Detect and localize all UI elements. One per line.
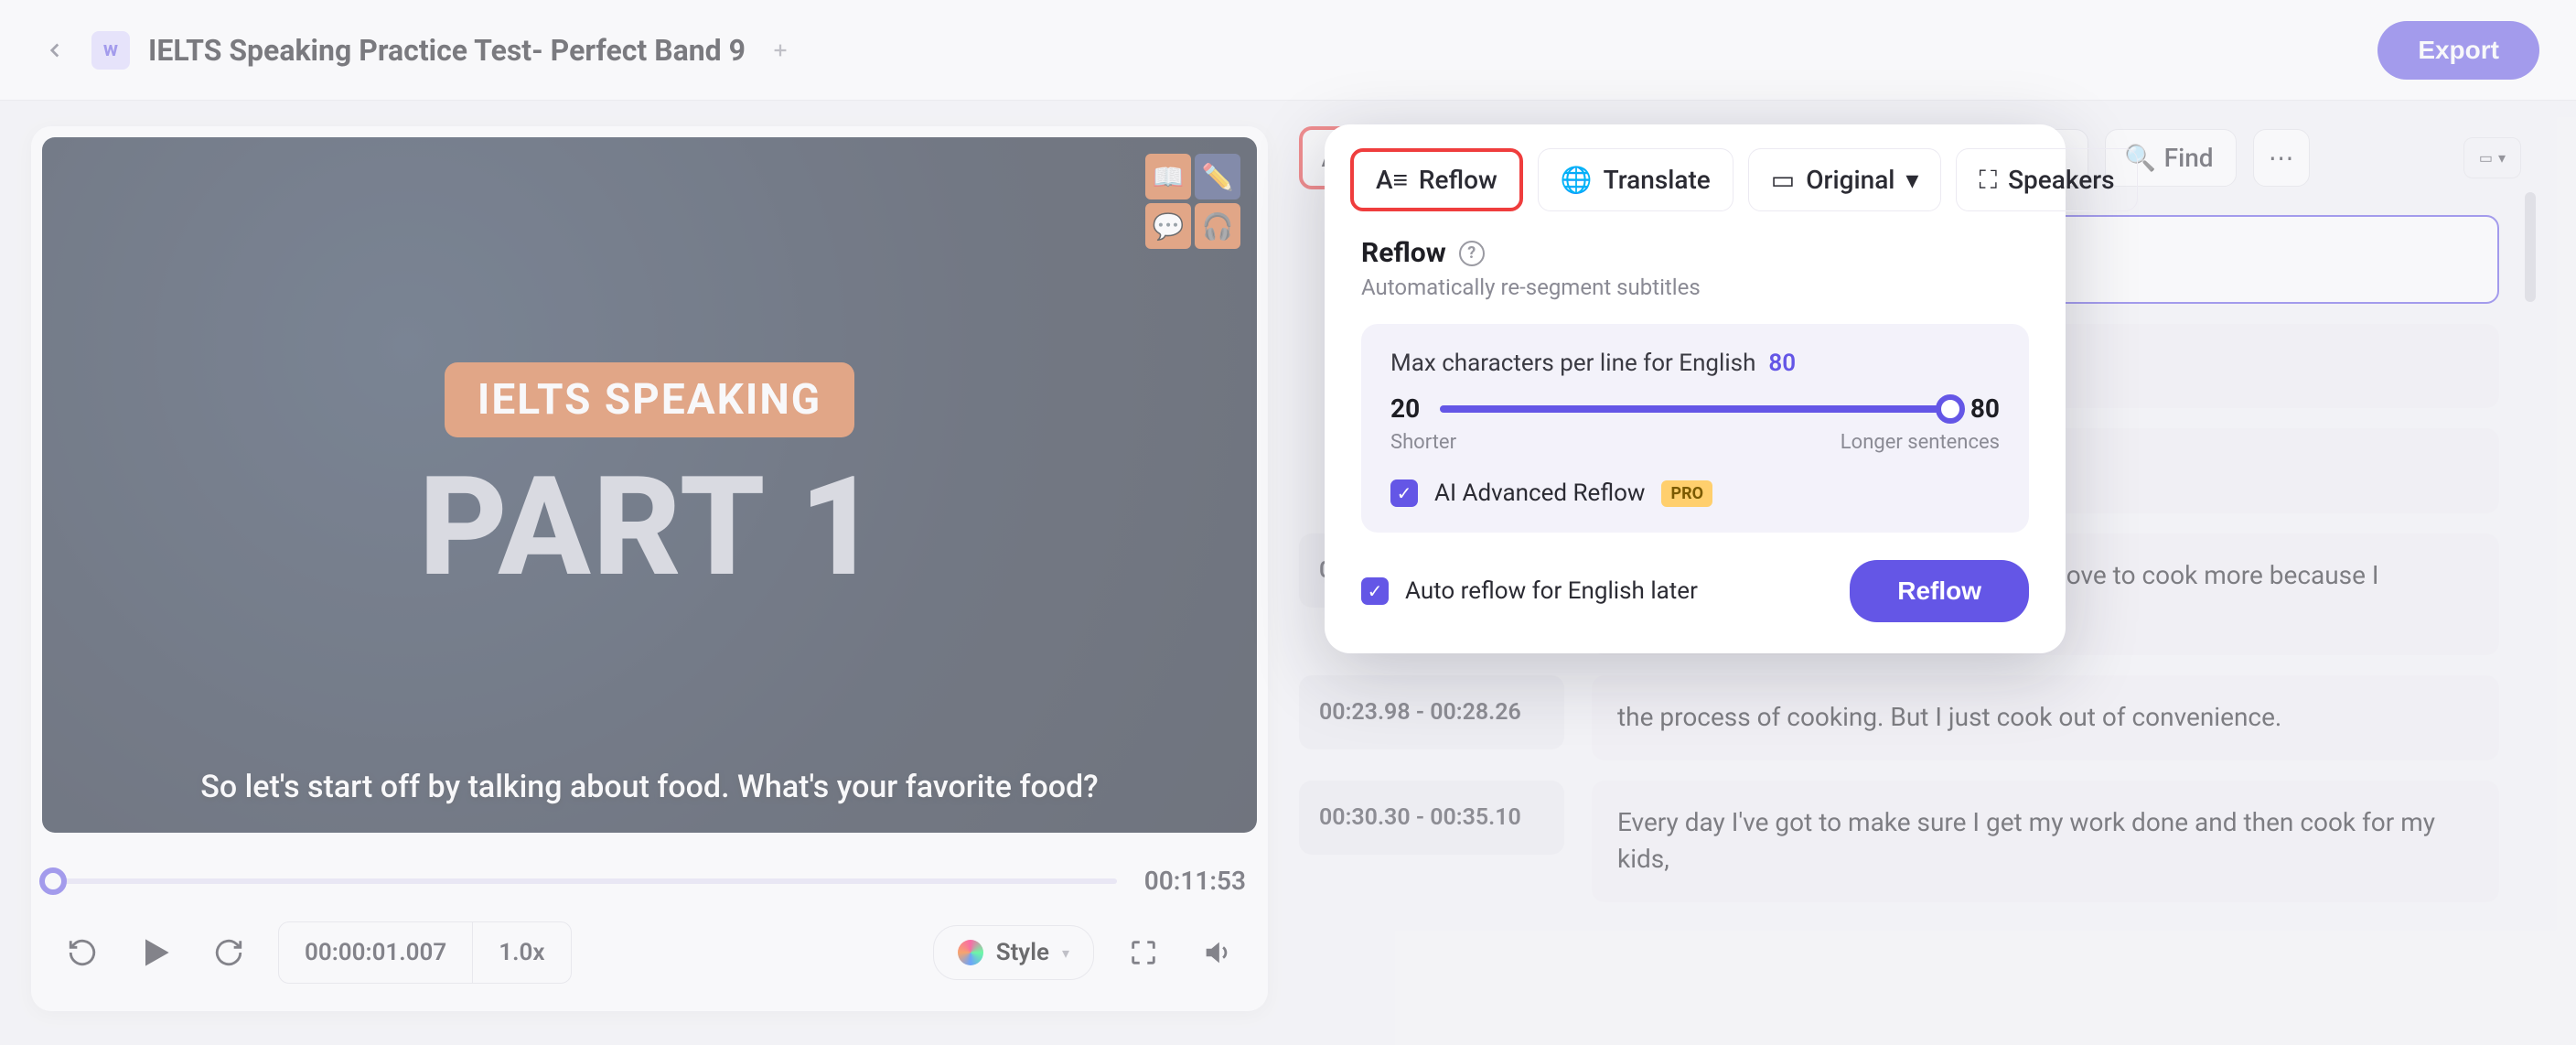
reflow-settings-card: Max characters per line for English 80 2… <box>1361 324 2029 533</box>
popover-tab-translate[interactable]: 🌐 Translate <box>1538 148 1733 211</box>
popover-tab-reflow-label: Reflow <box>1419 165 1497 195</box>
volume-button[interactable] <box>1193 929 1240 976</box>
scrub-row: 00:11:53 <box>42 833 1257 914</box>
back-button[interactable] <box>37 32 73 69</box>
pro-badge: PRO <box>1661 480 1712 507</box>
popover-title: Reflow <box>1361 237 1446 269</box>
popover-tab-original[interactable]: ▭ Original ▾ <box>1748 148 1942 211</box>
top-bar: w IELTS Speaking Practice Test- Perfect … <box>0 0 2576 101</box>
timecode-value[interactable]: 00:00:01.007 <box>279 922 472 983</box>
cc-view-icon: ▭ <box>2479 149 2493 167</box>
ai-reflow-checkbox[interactable]: ✓ <box>1390 479 1418 507</box>
speakers-icon: ⛶ <box>1979 165 1997 196</box>
reflow-submit-button[interactable]: Reflow <box>1850 560 2029 622</box>
find-label: Find <box>2164 143 2214 173</box>
fullscreen-button[interactable] <box>1120 929 1167 976</box>
page-title: IELTS Speaking Practice Test- Perfect Ba… <box>148 33 746 68</box>
timecode-box[interactable]: 00:00:01.007 1.0x <box>278 921 572 984</box>
video-panel: 📖 ✏️ 💬 🎧 IELTS SPEAKING PART 1 So let's … <box>0 101 1299 1045</box>
slider-min: 20 <box>1390 393 1420 424</box>
cc-icon: ▭ <box>1771 165 1795 195</box>
chevron-down-icon: ▾ <box>1062 944 1069 962</box>
chevron-down-icon: ▾ <box>1905 165 1918 195</box>
rewind-button[interactable] <box>59 929 106 976</box>
playback-speed[interactable]: 1.0x <box>472 922 570 983</box>
popover-tab-translate-label: Translate <box>1604 165 1711 195</box>
style-label: Style <box>996 939 1049 966</box>
slider-min-label: Shorter <box>1390 431 1456 454</box>
forward-button[interactable] <box>205 929 252 976</box>
app-logo: w <box>91 31 130 70</box>
max-chars-value: 80 <box>1768 350 1796 377</box>
more-button[interactable]: ⋯ <box>2253 129 2310 187</box>
popover-tab-speakers[interactable]: ⛶ Speakers <box>1956 148 2137 211</box>
add-tab-button[interactable] <box>764 34 797 67</box>
cc-view-toggle[interactable]: ▭ ▾ <box>2463 137 2521 178</box>
popover-tab-row: A≡ Reflow 🌐 Translate ▭ Original ▾ ⛶ Spe… <box>1325 124 2066 232</box>
play-button[interactable] <box>132 929 179 976</box>
book-icon: 📖 <box>1145 154 1191 199</box>
export-button[interactable]: Export <box>2377 21 2539 80</box>
subtitle-time[interactable]: 00:23.98 - 00:28.26 <box>1299 675 1564 749</box>
pencil-icon: ✏️ <box>1195 154 1240 199</box>
more-icon: ⋯ <box>2269 143 2294 173</box>
scrollbar-thumb[interactable] <box>2525 192 2536 302</box>
seek-thumb[interactable] <box>39 867 67 895</box>
video-card: 📖 ✏️ 💬 🎧 IELTS SPEAKING PART 1 So let's … <box>31 126 1268 1011</box>
slider-knob[interactable] <box>1936 394 1965 424</box>
subtitle-text[interactable]: the process of cooking. But I just cook … <box>1592 675 2499 760</box>
slider-max: 80 <box>1970 393 2000 424</box>
video-frame[interactable]: 📖 ✏️ 💬 🎧 IELTS SPEAKING PART 1 So let's … <box>42 137 1257 833</box>
popover-body: Reflow ? Automatically re-segment subtit… <box>1325 232 2066 653</box>
style-swatch-icon <box>958 940 983 965</box>
popover-tab-original-label: Original <box>1806 165 1894 195</box>
subtitle-time[interactable]: 00:30.30 - 00:35.10 <box>1299 781 1564 855</box>
style-menu[interactable]: Style ▾ <box>933 925 1094 980</box>
seek-slider[interactable] <box>53 878 1117 884</box>
video-title: PART 1 <box>419 447 881 608</box>
reflow-popover: A≡ Reflow 🌐 Translate ▭ Original ▾ ⛶ Spe… <box>1325 124 2066 653</box>
main-area: 📖 ✏️ 💬 🎧 IELTS SPEAKING PART 1 So let's … <box>0 101 2576 1045</box>
popover-tab-reflow[interactable]: A≡ Reflow <box>1350 148 1523 211</box>
subtitle-row[interactable]: 00:23.98 - 00:28.26 the process of cookin… <box>1299 675 2499 760</box>
chevron-down-icon: ▾ <box>2498 149 2506 167</box>
headphones-icon: 🎧 <box>1195 203 1240 249</box>
controls-row: 00:00:01.007 1.0x Style ▾ <box>42 914 1257 1000</box>
ai-reflow-label: AI Advanced Reflow <box>1434 479 1645 507</box>
subtitle-scrollbar[interactable] <box>2525 192 2536 1045</box>
popover-tab-speakers-label: Speakers <box>2008 165 2114 195</box>
video-badge: IELTS SPEAKING <box>445 362 854 437</box>
slider-max-label: Longer sentences <box>1841 431 2000 454</box>
help-icon[interactable]: ? <box>1459 241 1485 266</box>
max-chars-label: Max characters per line for English <box>1390 350 1755 377</box>
max-chars-slider[interactable] <box>1440 405 1950 413</box>
auto-reflow-checkbox[interactable]: ✓ <box>1361 577 1389 605</box>
subtitle-overlay: So let's start off by talking about food… <box>42 769 1257 805</box>
subtitle-row[interactable]: 00:30.30 - 00:35.10 Every day I've got to… <box>1299 781 2499 902</box>
chat-icon: 💬 <box>1145 203 1191 249</box>
corner-icon-grid: 📖 ✏️ 💬 🎧 <box>1145 154 1240 249</box>
popover-subtitle: Automatically re-segment subtitles <box>1361 275 2029 300</box>
video-duration: 00:11:53 <box>1144 866 1246 896</box>
auto-reflow-label: Auto reflow for English later <box>1405 577 1698 605</box>
subtitle-text[interactable]: Every day I've got to make sure I get my… <box>1592 781 2499 902</box>
translate-icon: 🌐 <box>1561 165 1593 195</box>
reflow-icon: A≡ <box>1376 165 1408 195</box>
